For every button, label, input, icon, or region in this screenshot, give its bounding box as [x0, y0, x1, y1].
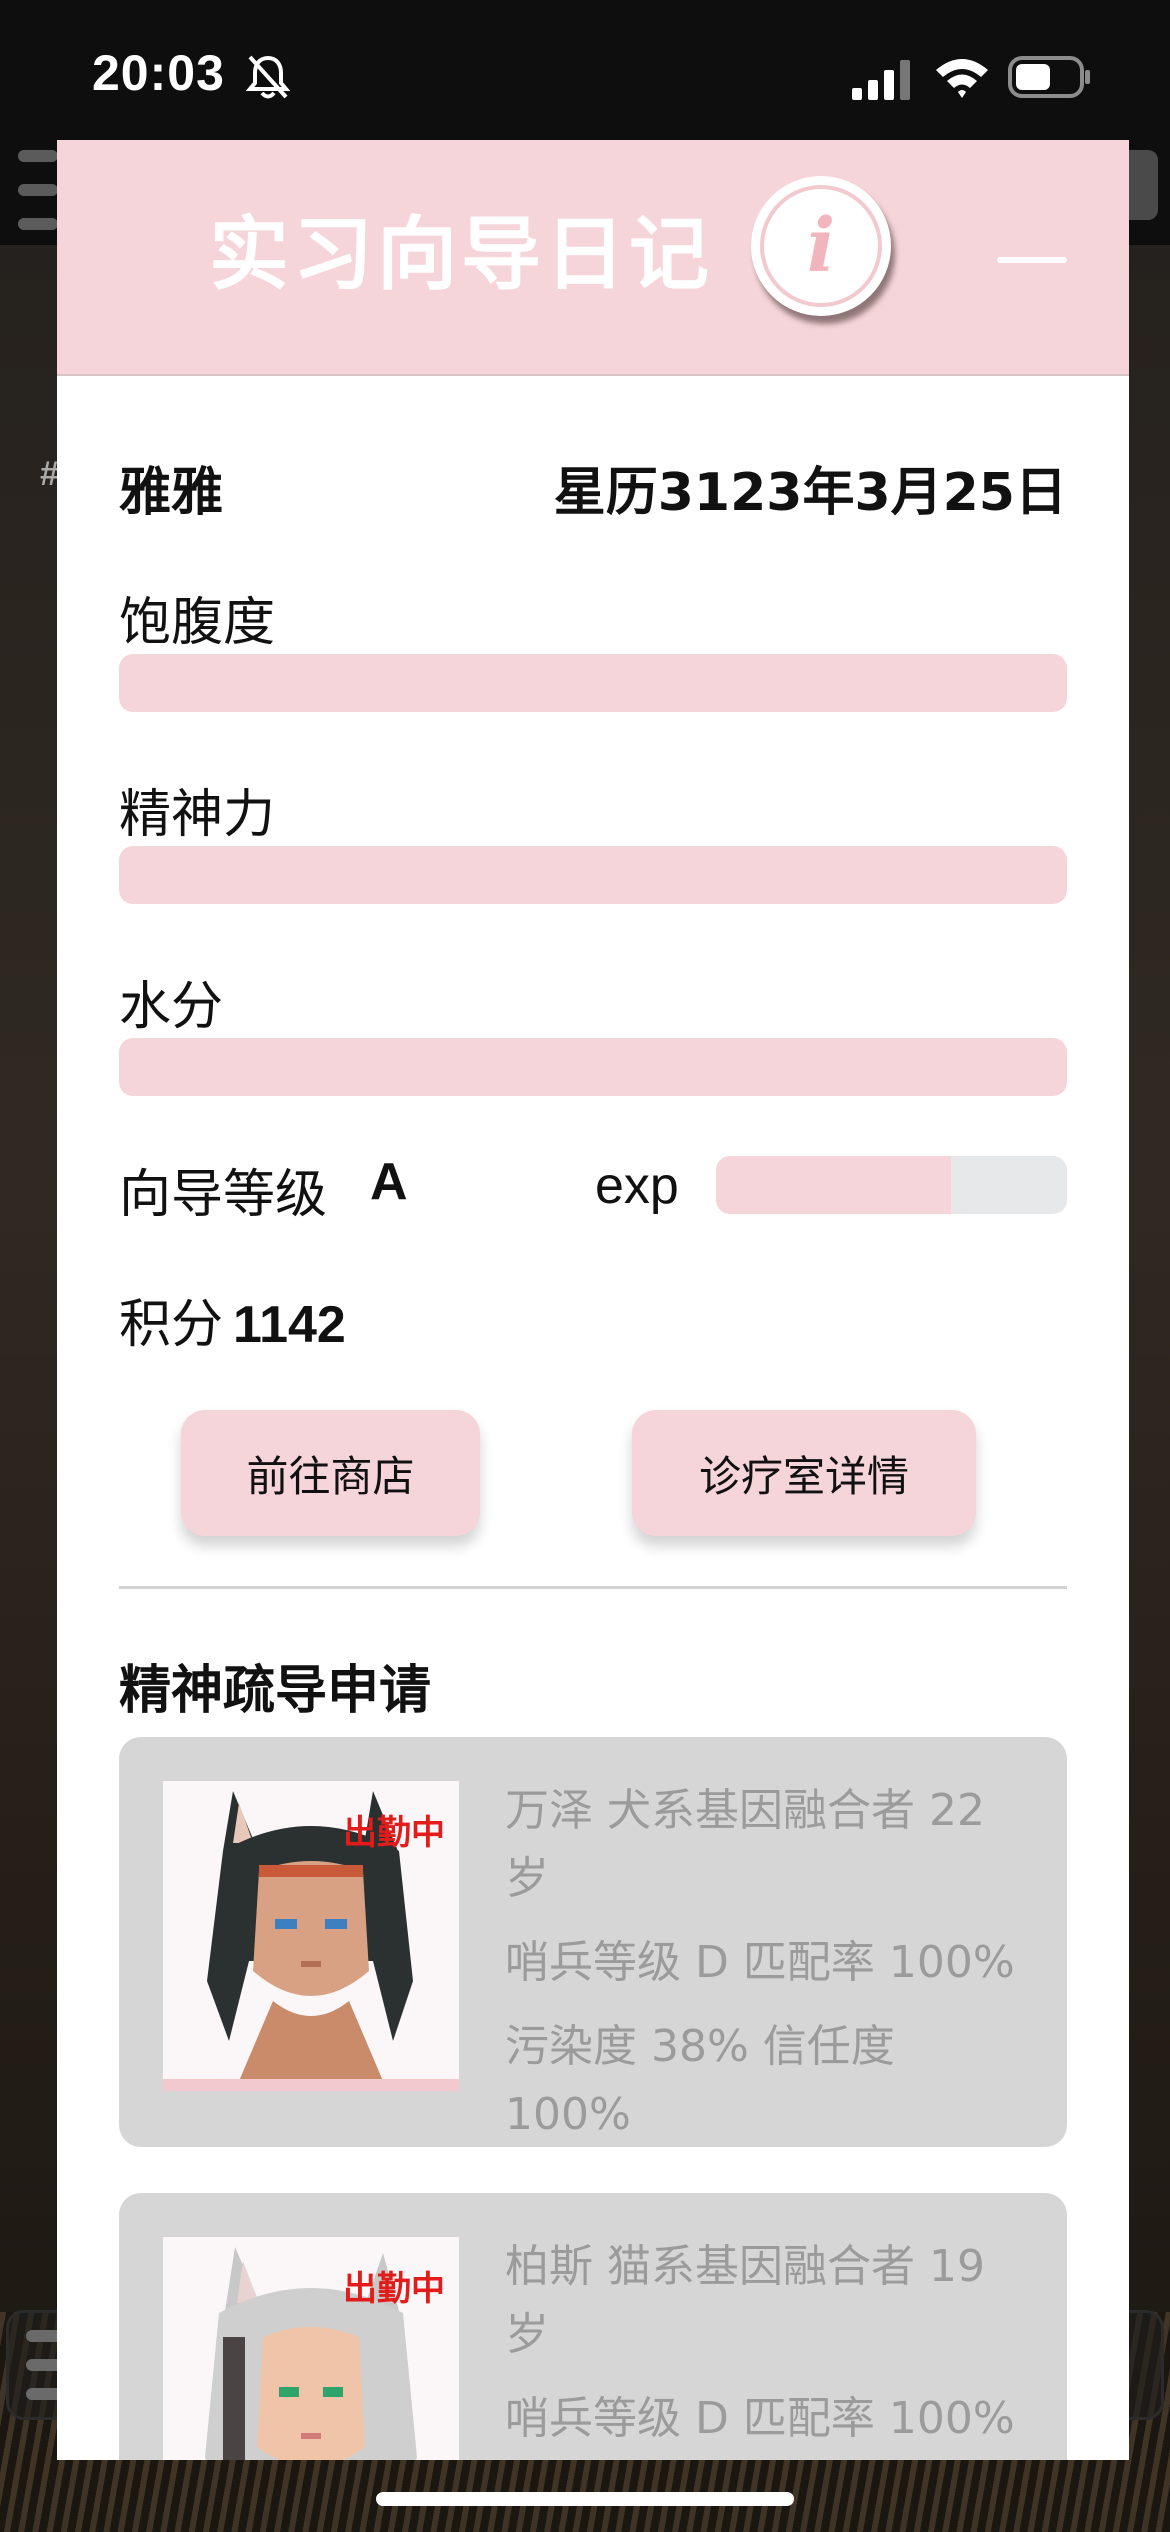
sentinel-info: 万泽 犬系基因融合者 22岁 哨兵等级 D 匹配率 100% 污染度 38% 信… [505, 1777, 1025, 2165]
background-menu-icon [18, 150, 58, 230]
portrait-strip [163, 2079, 459, 2091]
exp-label: exp [595, 1157, 679, 1215]
points-value: 1142 [233, 1296, 346, 1354]
spirit-bar [119, 846, 1067, 904]
current-date: 星历3123年3月25日 [553, 463, 1067, 523]
sentinel-portrait: 出勤中 [163, 2237, 459, 2460]
sentinel-info: 柏斯 猫系基因融合者 19岁 哨兵等级 D 匹配率 100% [505, 2233, 1025, 2460]
points: 积分 1142 [119, 1282, 346, 1357]
sentinel-level-line: 哨兵等级 D 匹配率 100% [505, 2393, 1015, 2444]
home-indicator[interactable] [376, 2492, 794, 2506]
diary-modal: 实习向导日记 i 雅雅 星历3123年3月25日 饱腹度 精神力 水分 向导等级… [57, 140, 1129, 2460]
status-bar: 20:03 [0, 0, 1170, 140]
minimize-icon [997, 257, 1067, 263]
modal-title: 实习向导日记 [209, 208, 713, 301]
user-name: 雅雅 [119, 463, 224, 523]
bell-muted-icon [246, 55, 290, 99]
section-title: 精神疏导申请 [119, 1661, 432, 1721]
info-icon: i [760, 185, 882, 307]
go-to-shop-button[interactable]: 前往商店 [181, 1410, 480, 1536]
points-label: 积分 [119, 1295, 224, 1355]
hydration-bar [119, 1038, 1067, 1096]
minimize-button[interactable] [997, 240, 1067, 280]
battery-icon [1008, 56, 1090, 98]
hydration-label: 水分 [119, 977, 224, 1037]
guide-level-label: 向导等级 [119, 1165, 328, 1225]
cellular-signal-icon [852, 60, 910, 100]
divider [119, 1586, 1067, 1589]
sentinel-name-line: 柏斯 猫系基因融合者 19岁 [505, 2241, 985, 2360]
satiety-label: 饱腹度 [119, 593, 276, 653]
guide-level-value: A [370, 1153, 408, 1211]
info-button[interactable]: i [751, 176, 891, 316]
modal-header: 实习向导日记 i [57, 140, 1129, 376]
on-duty-badge: 出勤中 [343, 1813, 445, 1853]
sentinel-name-line: 万泽 犬系基因融合者 22岁 [505, 1785, 985, 1904]
exp-bar [716, 1156, 1067, 1214]
satiety-bar [119, 654, 1067, 712]
spirit-label: 精神力 [119, 785, 276, 845]
wifi-icon [936, 59, 988, 98]
clinic-details-button[interactable]: 诊疗室详情 [632, 1410, 976, 1536]
status-time: 20:03 [92, 45, 225, 101]
exp-bar-fill [716, 1156, 952, 1214]
sentinel-card[interactable]: 出勤中 万泽 犬系基因融合者 22岁 哨兵等级 D 匹配率 100% 污染度 3… [119, 1737, 1067, 2147]
sentinel-level-line: 哨兵等级 D 匹配率 100% [505, 1937, 1015, 1988]
on-duty-badge: 出勤中 [343, 2269, 445, 2309]
sentinel-card[interactable]: 出勤中 柏斯 猫系基因融合者 19岁 哨兵等级 D 匹配率 100% [119, 2193, 1067, 2460]
sentinel-status-line: 污染度 38% 信任度 100% [505, 2021, 895, 2140]
sentinel-portrait: 出勤中 [163, 1781, 459, 2091]
